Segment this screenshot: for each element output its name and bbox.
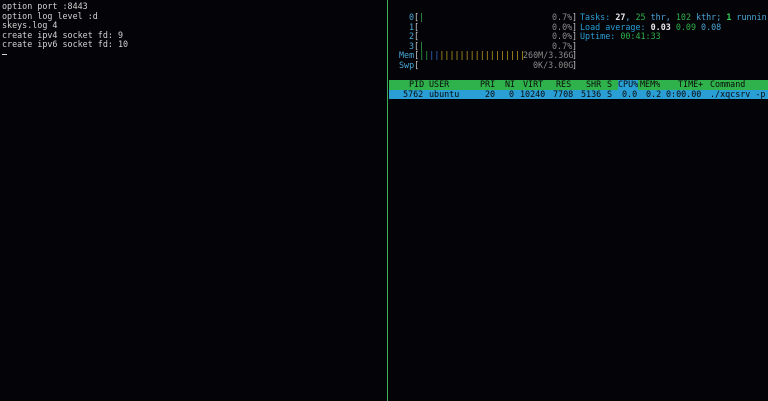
uptime: Uptime: 00:41:33 — [580, 31, 661, 42]
process-pri: 20 — [485, 88, 496, 99]
pane-divider[interactable] — [387, 0, 388, 401]
process-cpu: 0.0 — [622, 88, 638, 99]
process-res: 7708 — [553, 88, 574, 99]
terminal-line: create ipv6 socket fd: 10 — [2, 39, 129, 50]
process-shr: 5136 — [581, 88, 602, 99]
terminal-prompt[interactable] — [2, 50, 386, 60]
process-state: S — [607, 88, 613, 99]
terminal-cursor — [2, 53, 7, 56]
process-row-selected[interactable]: 5762 ubuntu 20 0 10240 7708 5136 S 0.0 0… — [389, 88, 768, 100]
process-pid: 5762 — [403, 88, 424, 99]
htop-pane[interactable]: 0[| 0.7% ] 1[ 0.0% ] 2[ 0.0% ] 3[| 0.7% … — [389, 0, 768, 401]
terminal-line: option log level :d — [2, 10, 98, 21]
process-virt: 10240 — [520, 88, 546, 99]
swap-meter: Swp[ — [399, 60, 420, 70]
process-time: 0:00.00 — [666, 88, 702, 99]
swap-meter-value: 0K/3.00G — [533, 60, 574, 70]
process-command: ./xqcsrv -p — [710, 88, 766, 99]
process-mem: 0.2 — [646, 88, 662, 99]
process-user: ubuntu — [429, 88, 460, 99]
process-ni: 0 — [509, 88, 515, 99]
left-terminal-pane[interactable]: option port :8443 option log level :d sk… — [0, 0, 386, 401]
